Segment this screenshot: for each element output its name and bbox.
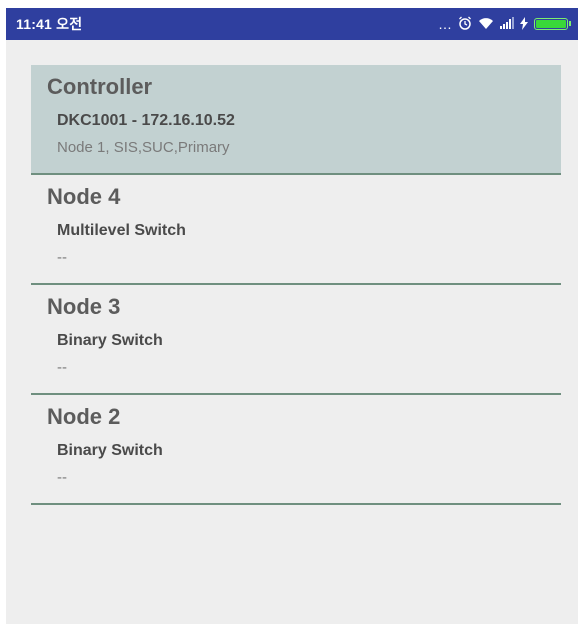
node-title: Controller bbox=[47, 74, 153, 99]
list-item-node-2[interactable]: Node 2 Binary Switch -- bbox=[31, 395, 561, 505]
wifi-icon bbox=[478, 17, 494, 32]
list-item-node-4[interactable]: Node 4 Multilevel Switch -- bbox=[31, 175, 561, 285]
more-dots-icon: … bbox=[438, 16, 452, 32]
node-title: Node 2 bbox=[47, 404, 121, 429]
app-screen: 11:41 오전 … Controller DKC1001 - 172.16.1… bbox=[6, 8, 578, 624]
node-detail: -- bbox=[57, 359, 67, 376]
status-icons: … bbox=[438, 16, 571, 32]
node-type: DKC1001 - 172.16.10.52 bbox=[57, 112, 235, 129]
status-bar: 11:41 오전 … bbox=[6, 8, 578, 40]
charging-icon bbox=[520, 16, 528, 32]
battery-icon bbox=[534, 18, 571, 30]
list-item-controller[interactable]: Controller DKC1001 - 172.16.10.52 Node 1… bbox=[31, 65, 561, 175]
list-item-node-3[interactable]: Node 3 Binary Switch -- bbox=[31, 285, 561, 395]
node-title: Node 3 bbox=[47, 294, 121, 319]
node-detail: Node 1, SIS,SUC,Primary bbox=[57, 139, 230, 156]
node-type: Multilevel Switch bbox=[57, 222, 186, 239]
signal-icon bbox=[500, 17, 514, 31]
node-type: Binary Switch bbox=[57, 332, 163, 349]
battery-level bbox=[536, 20, 566, 28]
node-list: Controller DKC1001 - 172.16.10.52 Node 1… bbox=[31, 65, 561, 505]
node-type: Binary Switch bbox=[57, 442, 163, 459]
alarm-icon bbox=[458, 16, 472, 32]
node-detail: -- bbox=[57, 469, 67, 486]
node-detail: -- bbox=[57, 249, 67, 266]
node-title: Node 4 bbox=[47, 184, 121, 209]
status-time: 11:41 오전 bbox=[16, 16, 83, 32]
